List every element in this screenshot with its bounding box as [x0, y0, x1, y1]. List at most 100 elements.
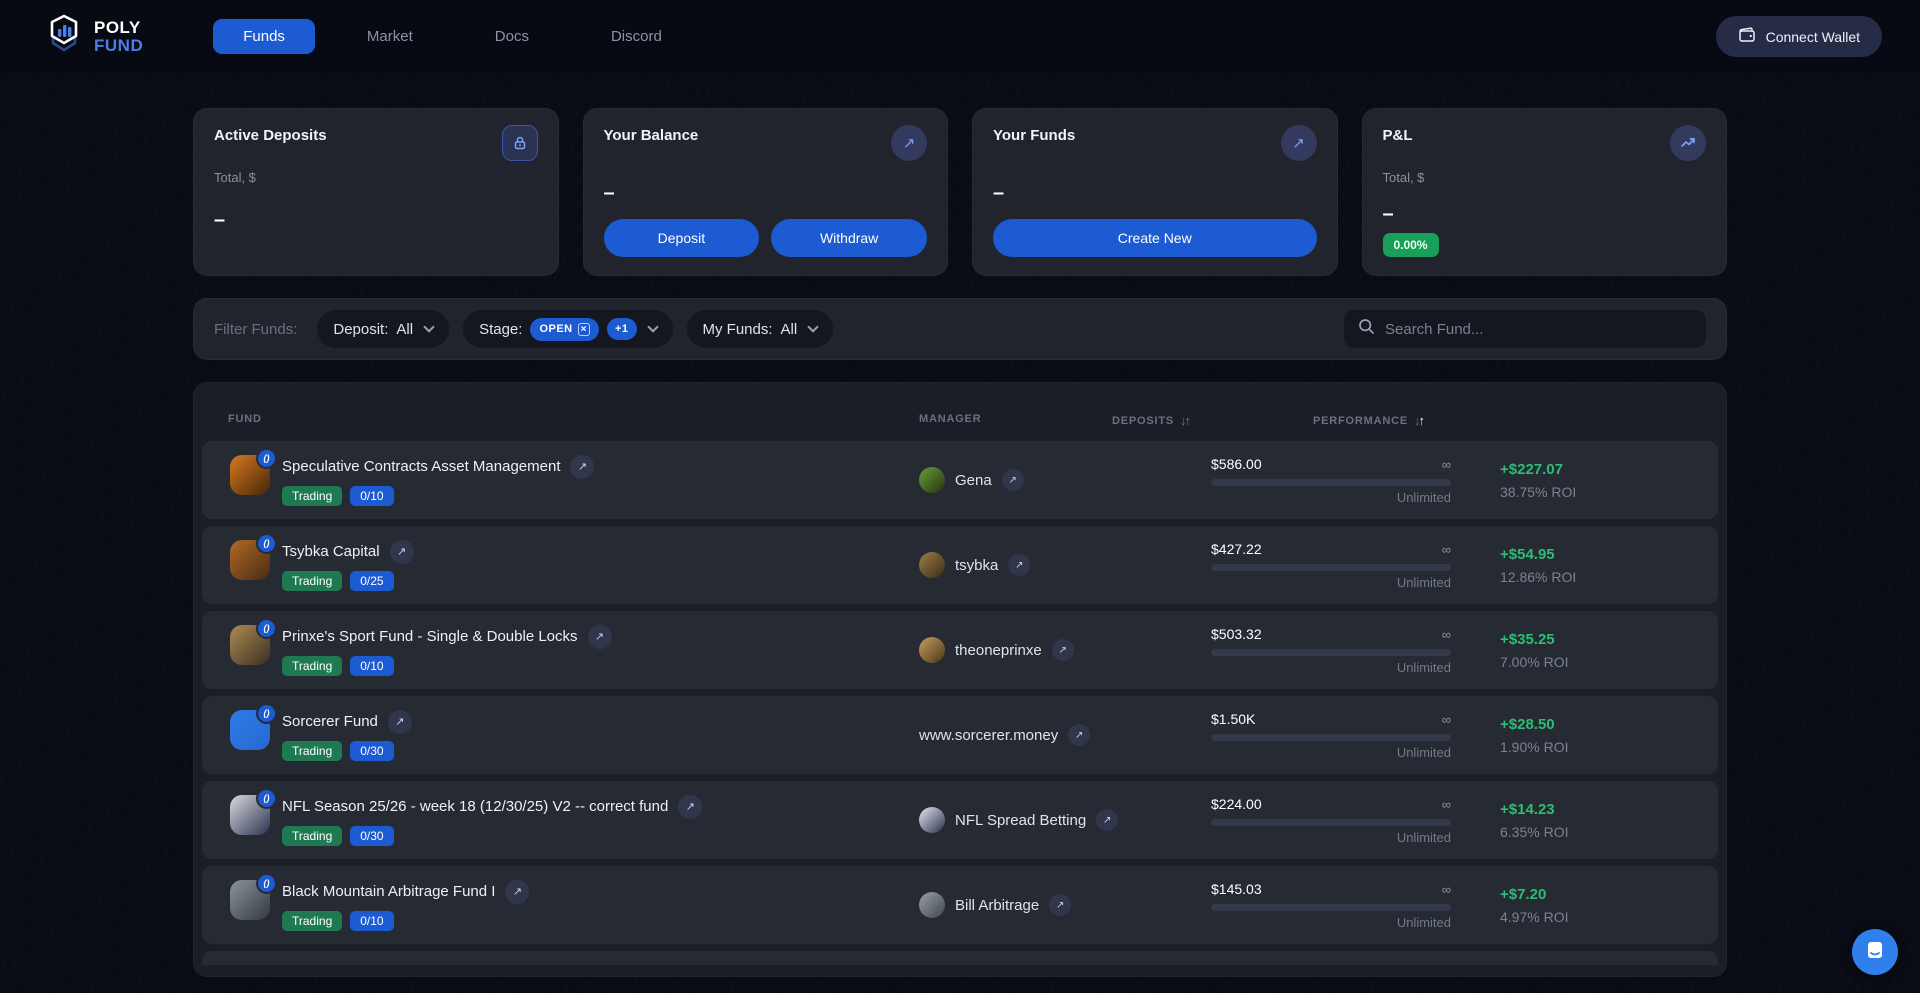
manager-cell: tsybka ↗ [919, 552, 1211, 578]
arrow-up-right-icon[interactable]: ↗ [891, 125, 927, 161]
deposits-header-label: DEPOSITS [1112, 415, 1174, 427]
stage-filter-dropdown[interactable]: Stage: OPEN × +1 [463, 310, 672, 348]
deposit-limit-note: Unlimited [1211, 575, 1451, 590]
deposit-progress-bar [1211, 479, 1451, 486]
deposits-cell: $145.03 ∞ Unlimited [1211, 881, 1451, 930]
manager-cell: NFL Spread Betting ↗ [919, 807, 1211, 833]
fund-avatar: () [230, 625, 270, 665]
poly-badge-icon: () [256, 448, 277, 469]
fund-cell: () Sorcerer Fund ↗ Trading 0/30 [230, 710, 919, 761]
create-new-button[interactable]: Create New [993, 219, 1317, 257]
stage-chip-open-label: OPEN [539, 323, 572, 335]
manager-avatar [919, 467, 945, 493]
polyfund-logo-icon [44, 13, 84, 60]
performance-header-label: PERFORMANCE [1313, 415, 1408, 427]
manager-name: www.sorcerer.money [919, 727, 1058, 744]
column-header-fund: FUND [228, 413, 262, 425]
manager-cell: Bill Arbitrage ↗ [919, 892, 1211, 918]
performance-roi: 12.86% ROI [1500, 569, 1718, 585]
stage-chip-more[interactable]: +1 [607, 318, 637, 340]
performance-pnl: +$28.50 [1500, 716, 1718, 733]
fund-slots-badge: 0/10 [350, 656, 393, 676]
connect-wallet-button[interactable]: Connect Wallet [1716, 16, 1882, 57]
pl-percent-badge: 0.00% [1383, 233, 1439, 257]
deposit-amount: $224.00 [1211, 796, 1262, 812]
nav-item-market[interactable]: Market [337, 19, 443, 54]
manager-external-link-icon[interactable]: ↗ [1049, 894, 1071, 916]
manager-avatar [919, 637, 945, 663]
fund-external-link-icon[interactable]: ↗ [588, 625, 612, 649]
fund-external-link-icon[interactable]: ↗ [678, 795, 702, 819]
manager-avatar [919, 552, 945, 578]
table-row[interactable]: () Tsybka Capital ↗ Trading 0/25 tsybka … [202, 526, 1718, 604]
fund-name: Tsybka Capital [282, 543, 380, 560]
infinity-icon: ∞ [1442, 712, 1451, 727]
manager-external-link-icon[interactable]: ↗ [1008, 554, 1030, 576]
deposit-progress-bar [1211, 904, 1451, 911]
deposit-button[interactable]: Deposit [604, 219, 760, 257]
table-row[interactable]: () Speculative Contracts Asset Managemen… [202, 441, 1718, 519]
fund-status-badge: Trading [282, 656, 342, 676]
column-header-deposits[interactable]: DEPOSITS ↓↑ [1112, 413, 1189, 428]
card-value: – [993, 182, 1317, 205]
fund-external-link-icon[interactable]: ↗ [570, 455, 594, 479]
chart-icon[interactable] [1670, 125, 1706, 161]
sort-icon[interactable]: ↓↑ [1180, 413, 1189, 428]
card-value: – [1383, 203, 1707, 226]
infinity-icon: ∞ [1442, 542, 1451, 557]
fund-cell: () Prinxe's Sport Fund - Single & Double… [230, 625, 919, 676]
chat-launcher-button[interactable] [1852, 929, 1898, 975]
table-row[interactable]: () Sorcerer Fund ↗ Trading 0/30 www.sorc… [202, 696, 1718, 774]
fund-status-badge: Trading [282, 826, 342, 846]
performance-roi: 7.00% ROI [1500, 654, 1718, 670]
your-balance-card: Your Balance ↗ – Deposit Withdraw [583, 108, 949, 276]
deposit-limit-note: Unlimited [1211, 490, 1451, 505]
nav-item-discord[interactable]: Discord [581, 19, 692, 54]
fund-name: Speculative Contracts Asset Management [282, 458, 560, 475]
table-row[interactable]: () NFL Season 25/26 - week 18 (12/30/25)… [202, 781, 1718, 859]
manager-external-link-icon[interactable]: ↗ [1052, 639, 1074, 661]
lock-icon[interactable] [502, 125, 538, 161]
table-row[interactable]: () Prinxe's Sport Fund - Single & Double… [202, 611, 1718, 689]
fund-slots-badge: 0/10 [350, 911, 393, 931]
table-header: FUND MANAGER DEPOSITS ↓↑ PERFORMANCE ↓↑ [202, 413, 1718, 441]
nav-item-funds[interactable]: Funds [213, 19, 315, 54]
performance-pnl: +$54.95 [1500, 546, 1718, 563]
manager-cell: www.sorcerer.money ↗ [919, 724, 1211, 746]
performance-cell: +$7.20 4.97% ROI [1451, 886, 1718, 925]
deposit-filter-dropdown[interactable]: Deposit: All [317, 310, 449, 348]
table-row-partial[interactable] [202, 951, 1718, 965]
brand-name: POLY FUND [94, 19, 143, 54]
fund-external-link-icon[interactable]: ↗ [505, 880, 529, 904]
table-row[interactable]: () Black Mountain Arbitrage Fund I ↗ Tra… [202, 866, 1718, 944]
top-nav: POLY FUND Funds Market Docs Discord Conn… [0, 0, 1920, 74]
withdraw-button[interactable]: Withdraw [771, 219, 927, 257]
funds-table: FUND MANAGER DEPOSITS ↓↑ PERFORMANCE ↓↑ … [193, 382, 1727, 977]
fund-avatar: () [230, 795, 270, 835]
manager-cell: Gena ↗ [919, 467, 1211, 493]
arrow-up-right-icon[interactable]: ↗ [1281, 125, 1317, 161]
performance-cell: +$14.23 6.35% ROI [1451, 801, 1718, 840]
card-title: P&L [1383, 127, 1413, 144]
fund-cell: () Black Mountain Arbitrage Fund I ↗ Tra… [230, 880, 919, 931]
manager-name: Gena [955, 472, 992, 489]
close-icon[interactable]: × [578, 323, 590, 336]
stage-chip-open[interactable]: OPEN × [530, 318, 599, 341]
my-funds-filter-value: All [781, 321, 798, 338]
card-subtitle: Total, $ [214, 170, 538, 185]
manager-avatar [919, 892, 945, 918]
column-header-performance[interactable]: PERFORMANCE ↓↑ [1313, 413, 1423, 428]
manager-external-link-icon[interactable]: ↗ [1068, 724, 1090, 746]
fund-external-link-icon[interactable]: ↗ [388, 710, 412, 734]
manager-external-link-icon[interactable]: ↗ [1096, 809, 1118, 831]
my-funds-filter-dropdown[interactable]: My Funds: All [687, 310, 834, 348]
sort-icon-active[interactable]: ↓↑ [1414, 413, 1423, 428]
search-input[interactable] [1385, 321, 1692, 338]
card-title: Your Balance [604, 127, 699, 144]
fund-external-link-icon[interactable]: ↗ [390, 540, 414, 564]
deposit-amount: $1.50K [1211, 711, 1255, 727]
manager-external-link-icon[interactable]: ↗ [1002, 469, 1024, 491]
nav-item-docs[interactable]: Docs [465, 19, 559, 54]
brand-logo[interactable]: POLY FUND [44, 13, 143, 60]
fund-cell: () Speculative Contracts Asset Managemen… [230, 455, 919, 506]
